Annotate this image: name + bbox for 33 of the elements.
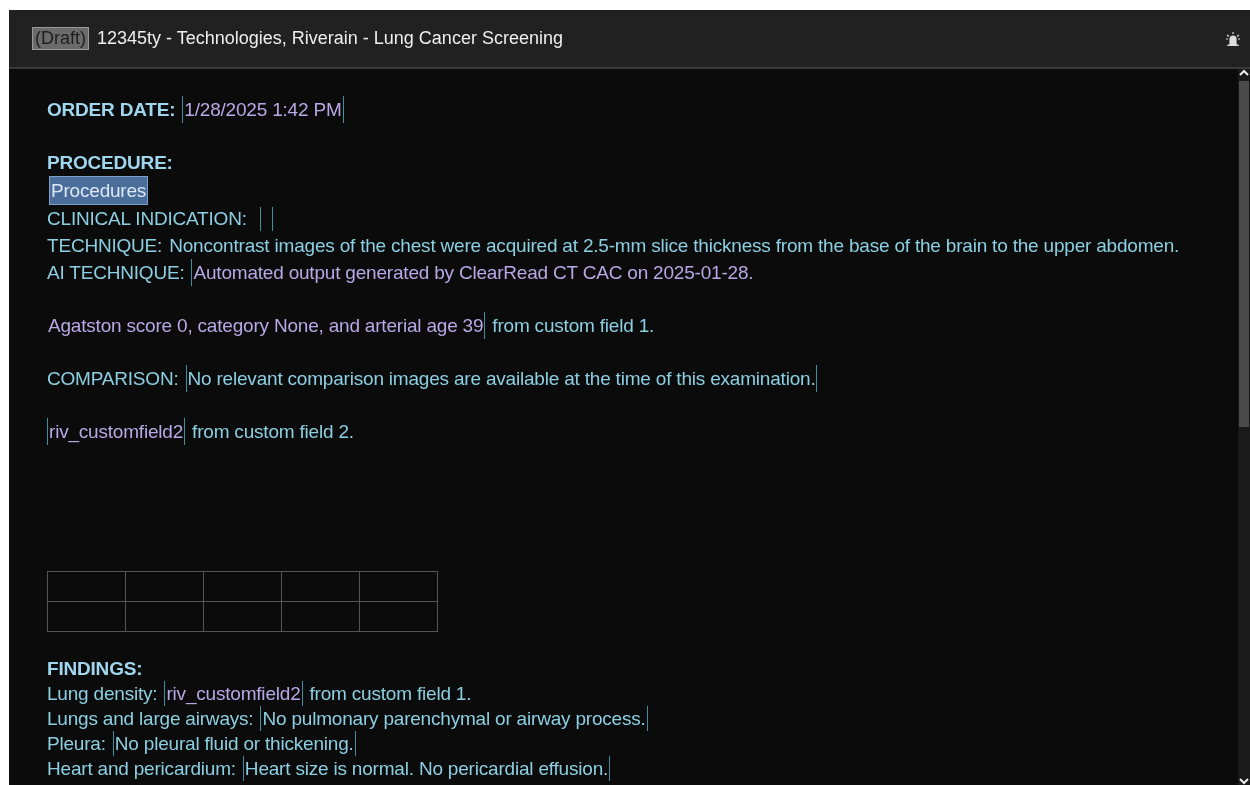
section-heading: PROCEDURE:	[47, 151, 173, 175]
draft-badge: (Draft)	[32, 27, 89, 50]
field-label: Lung density:	[47, 682, 158, 706]
field-label: TECHNIQUE:	[47, 234, 163, 258]
body-text: from custom field 1.	[309, 682, 472, 706]
field-value[interactable]: Agatston score 0, category None, and arterial age 39	[47, 312, 486, 339]
selected-text[interactable]: Procedures	[49, 176, 149, 205]
field-value[interactable]: riv_customfield2	[47, 418, 186, 445]
field-label: COMPARISON:	[47, 367, 179, 391]
field-label: AI TECHNIQUE:	[47, 261, 185, 285]
field-label: CLINICAL INDICATION:	[47, 207, 247, 231]
scroll-down-icon[interactable]	[1239, 777, 1249, 785]
field-label: Heart and pericardium:	[47, 757, 236, 781]
section-heading: FINDINGS:	[47, 657, 143, 681]
body-text: from custom field 1.	[492, 314, 655, 338]
field-value[interactable]: No pleural fluid or thickening.	[112, 731, 356, 756]
field-value[interactable]: riv_customfield2	[164, 681, 303, 706]
empty-table[interactable]	[47, 571, 438, 632]
field-label: Lungs and large airways:	[47, 707, 254, 731]
scrollbar[interactable]	[1238, 69, 1250, 785]
field-label: Pleura:	[47, 732, 106, 756]
scroll-up-icon[interactable]	[1239, 69, 1249, 77]
field-value[interactable]: 1/28/2025 1:42 PM	[182, 96, 344, 123]
field-value[interactable]: Heart size is normal. No pericardial effusion.	[242, 756, 611, 781]
field-value[interactable]: No pulmonary parenchymal or airway process.	[260, 706, 648, 731]
empty-field[interactable]	[259, 206, 273, 231]
body-text: Noncontrast images of the chest were acquired at 2.5-mm slice thickness from the base of the brain to the upper abdomen.	[169, 234, 1180, 258]
field-value[interactable]: Automated output generated by ClearRead CT CAC on 2025-01-28.	[191, 259, 755, 286]
field-value[interactable]: No relevant comparison images are available at the time of this examination.	[185, 365, 818, 392]
window-title: 12345ty - Technologies, Riverain - Lung Cancer Screening	[97, 28, 564, 49]
body-text: from custom field 2.	[192, 420, 354, 444]
section-heading: ORDER DATE:	[47, 98, 176, 122]
siren-icon[interactable]	[1226, 31, 1240, 46]
